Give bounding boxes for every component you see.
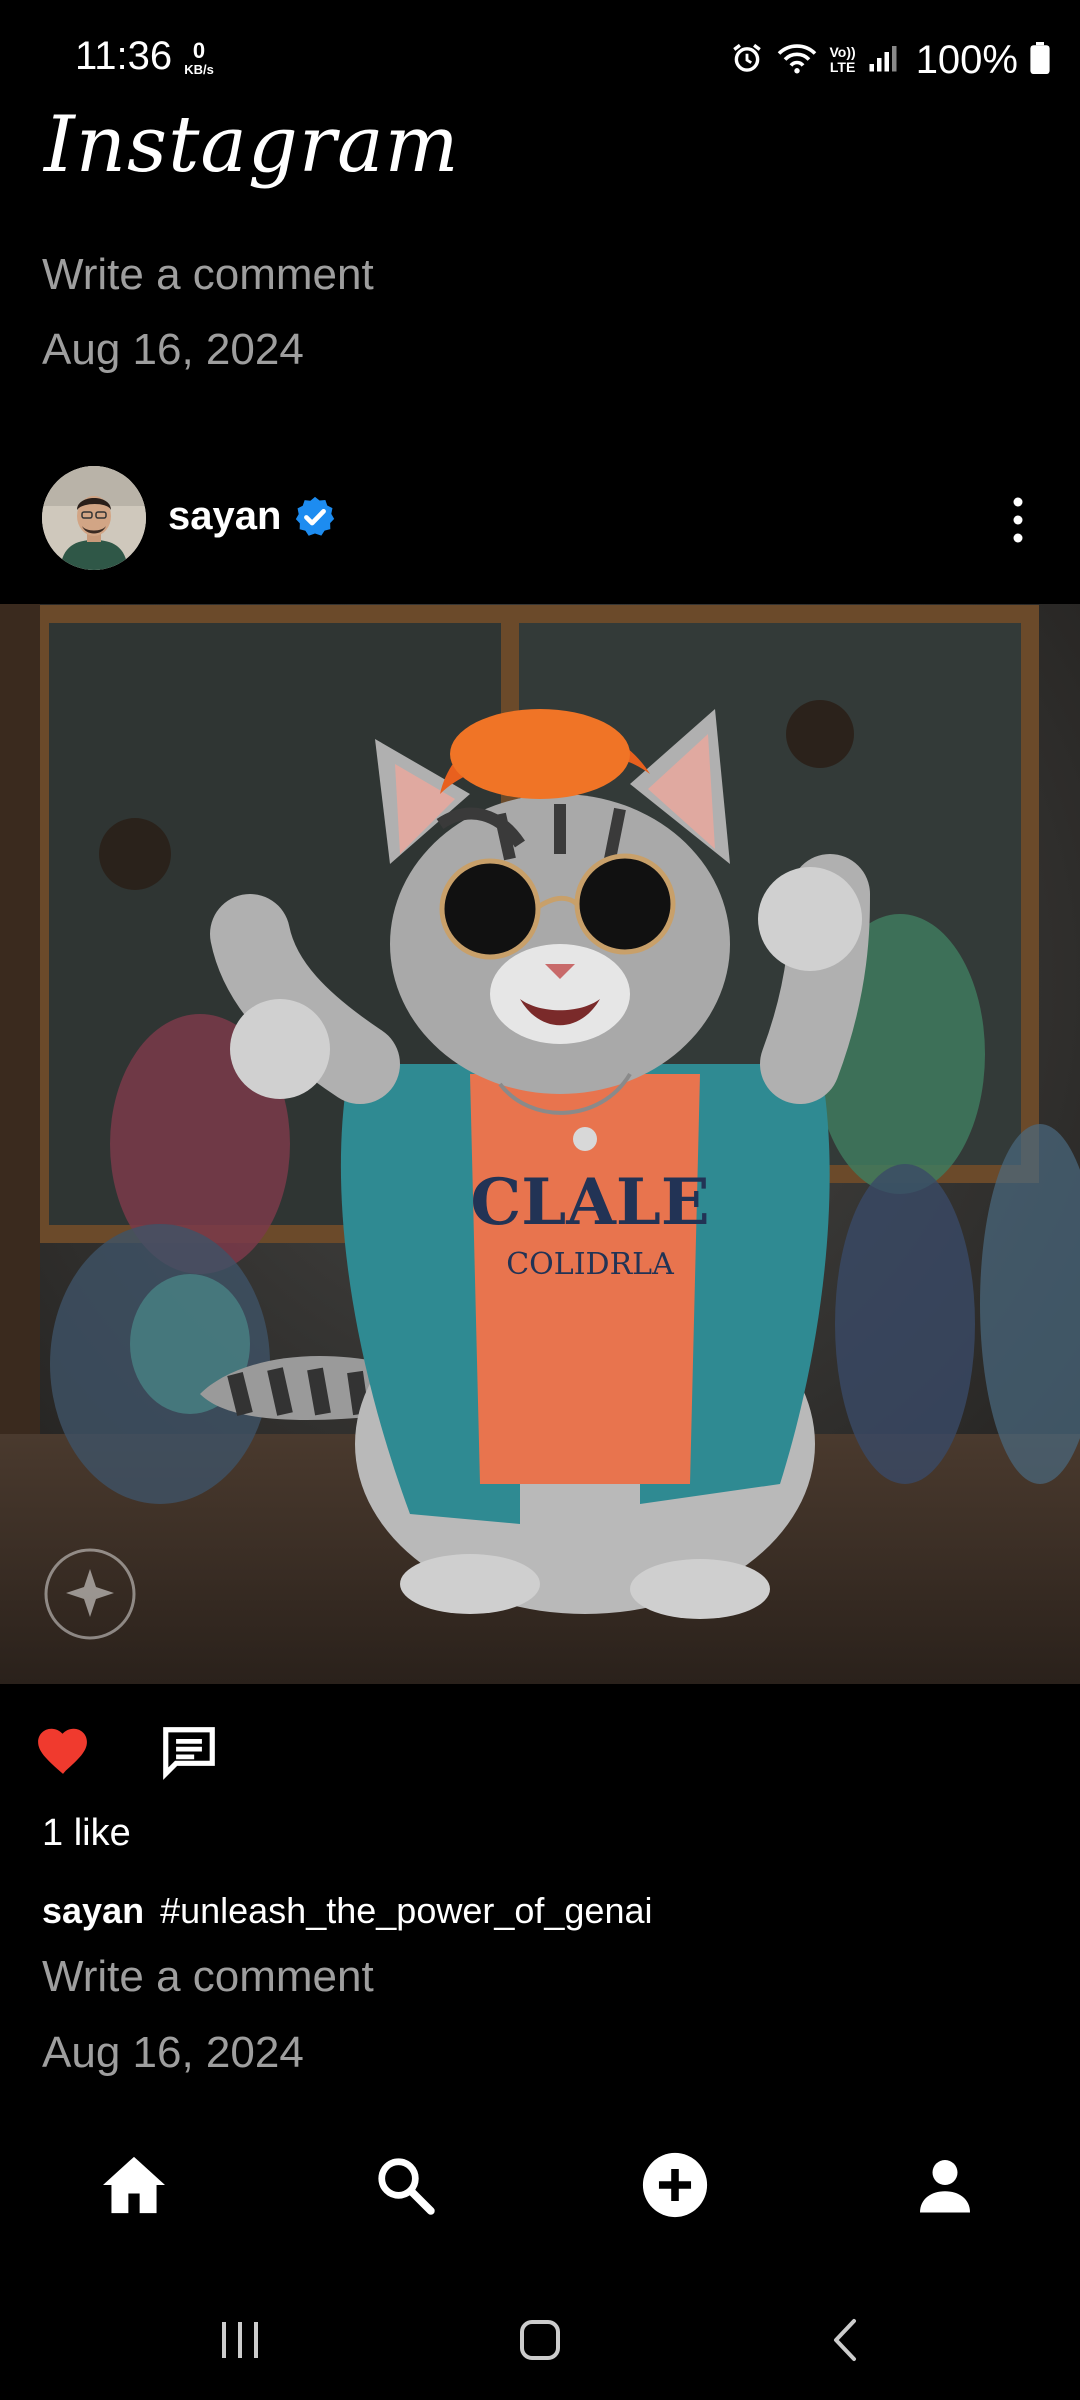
nav-add-post[interactable] <box>615 2110 735 2260</box>
network-speed-unit: KB/s <box>184 62 214 77</box>
status-bar: 11:36 0 KB/s Vo)) LTE 100% <box>0 0 1080 100</box>
post-image[interactable]: CLALE COLIDRLA <box>0 604 1080 1684</box>
system-nav-bar <box>0 2280 1080 2400</box>
like-heart-icon[interactable] <box>34 1722 92 1781</box>
status-time: 11:36 <box>75 34 173 78</box>
search-icon <box>378 2158 435 2215</box>
previous-post-date: Aug 16, 2024 <box>42 325 304 374</box>
alarm-icon <box>730 41 764 80</box>
write-comment-link[interactable]: Write a comment <box>42 1952 374 2002</box>
battery-icon <box>1030 41 1050 79</box>
verified-badge-icon <box>292 494 338 545</box>
add-post-icon <box>642 2152 708 2218</box>
svg-text:COLIDRLA: COLIDRLA <box>506 1247 674 1282</box>
caption-username[interactable]: sayan <box>42 1890 144 1931</box>
post-actions <box>0 1710 1080 1790</box>
home-icon <box>103 2156 165 2214</box>
post-caption: sayan #unleash_the_power_of_genai <box>42 1890 653 1932</box>
bottom-nav <box>0 2110 1080 2260</box>
cat-with-sunglasses-image: CLALE COLIDRLA <box>0 604 1080 1684</box>
wifi-icon <box>776 41 818 80</box>
post-username[interactable]: sayan <box>168 494 281 539</box>
signal-icon <box>868 43 898 78</box>
comment-icon[interactable] <box>158 1722 220 1789</box>
nav-search[interactable] <box>345 2110 465 2260</box>
avatar[interactable] <box>42 466 146 570</box>
nav-home[interactable] <box>74 2110 194 2260</box>
home-button-icon[interactable] <box>500 2310 580 2370</box>
nav-profile[interactable] <box>885 2110 1005 2260</box>
instagram-logo: Instagram <box>44 100 460 190</box>
profile-icon <box>920 2160 970 2213</box>
back-icon[interactable] <box>805 2310 885 2370</box>
volte-label: Vo)) <box>829 44 856 60</box>
caption-text: #unleash_the_power_of_genai <box>160 1890 653 1931</box>
lte-label: LTE <box>829 59 856 75</box>
svg-text:CLALE: CLALE <box>470 1165 709 1240</box>
battery-percent: 100% <box>915 37 1018 82</box>
status-icons: Vo)) LTE 100% <box>730 36 1051 84</box>
network-speed-value: 0 <box>192 38 206 63</box>
volte-lte-label: Vo)) LTE <box>830 45 856 75</box>
likes-count[interactable]: 1 like <box>42 1812 131 1855</box>
post-header: sayan <box>0 462 1080 574</box>
network-speed: 0 KB/s <box>178 40 220 78</box>
app-header: Instagram <box>0 100 1080 250</box>
post-date: Aug 16, 2024 <box>42 2028 304 2077</box>
previous-post-comment-link[interactable]: Write a comment <box>42 250 374 300</box>
recent-apps-icon[interactable] <box>200 2310 280 2370</box>
more-options-icon[interactable] <box>1000 492 1036 548</box>
